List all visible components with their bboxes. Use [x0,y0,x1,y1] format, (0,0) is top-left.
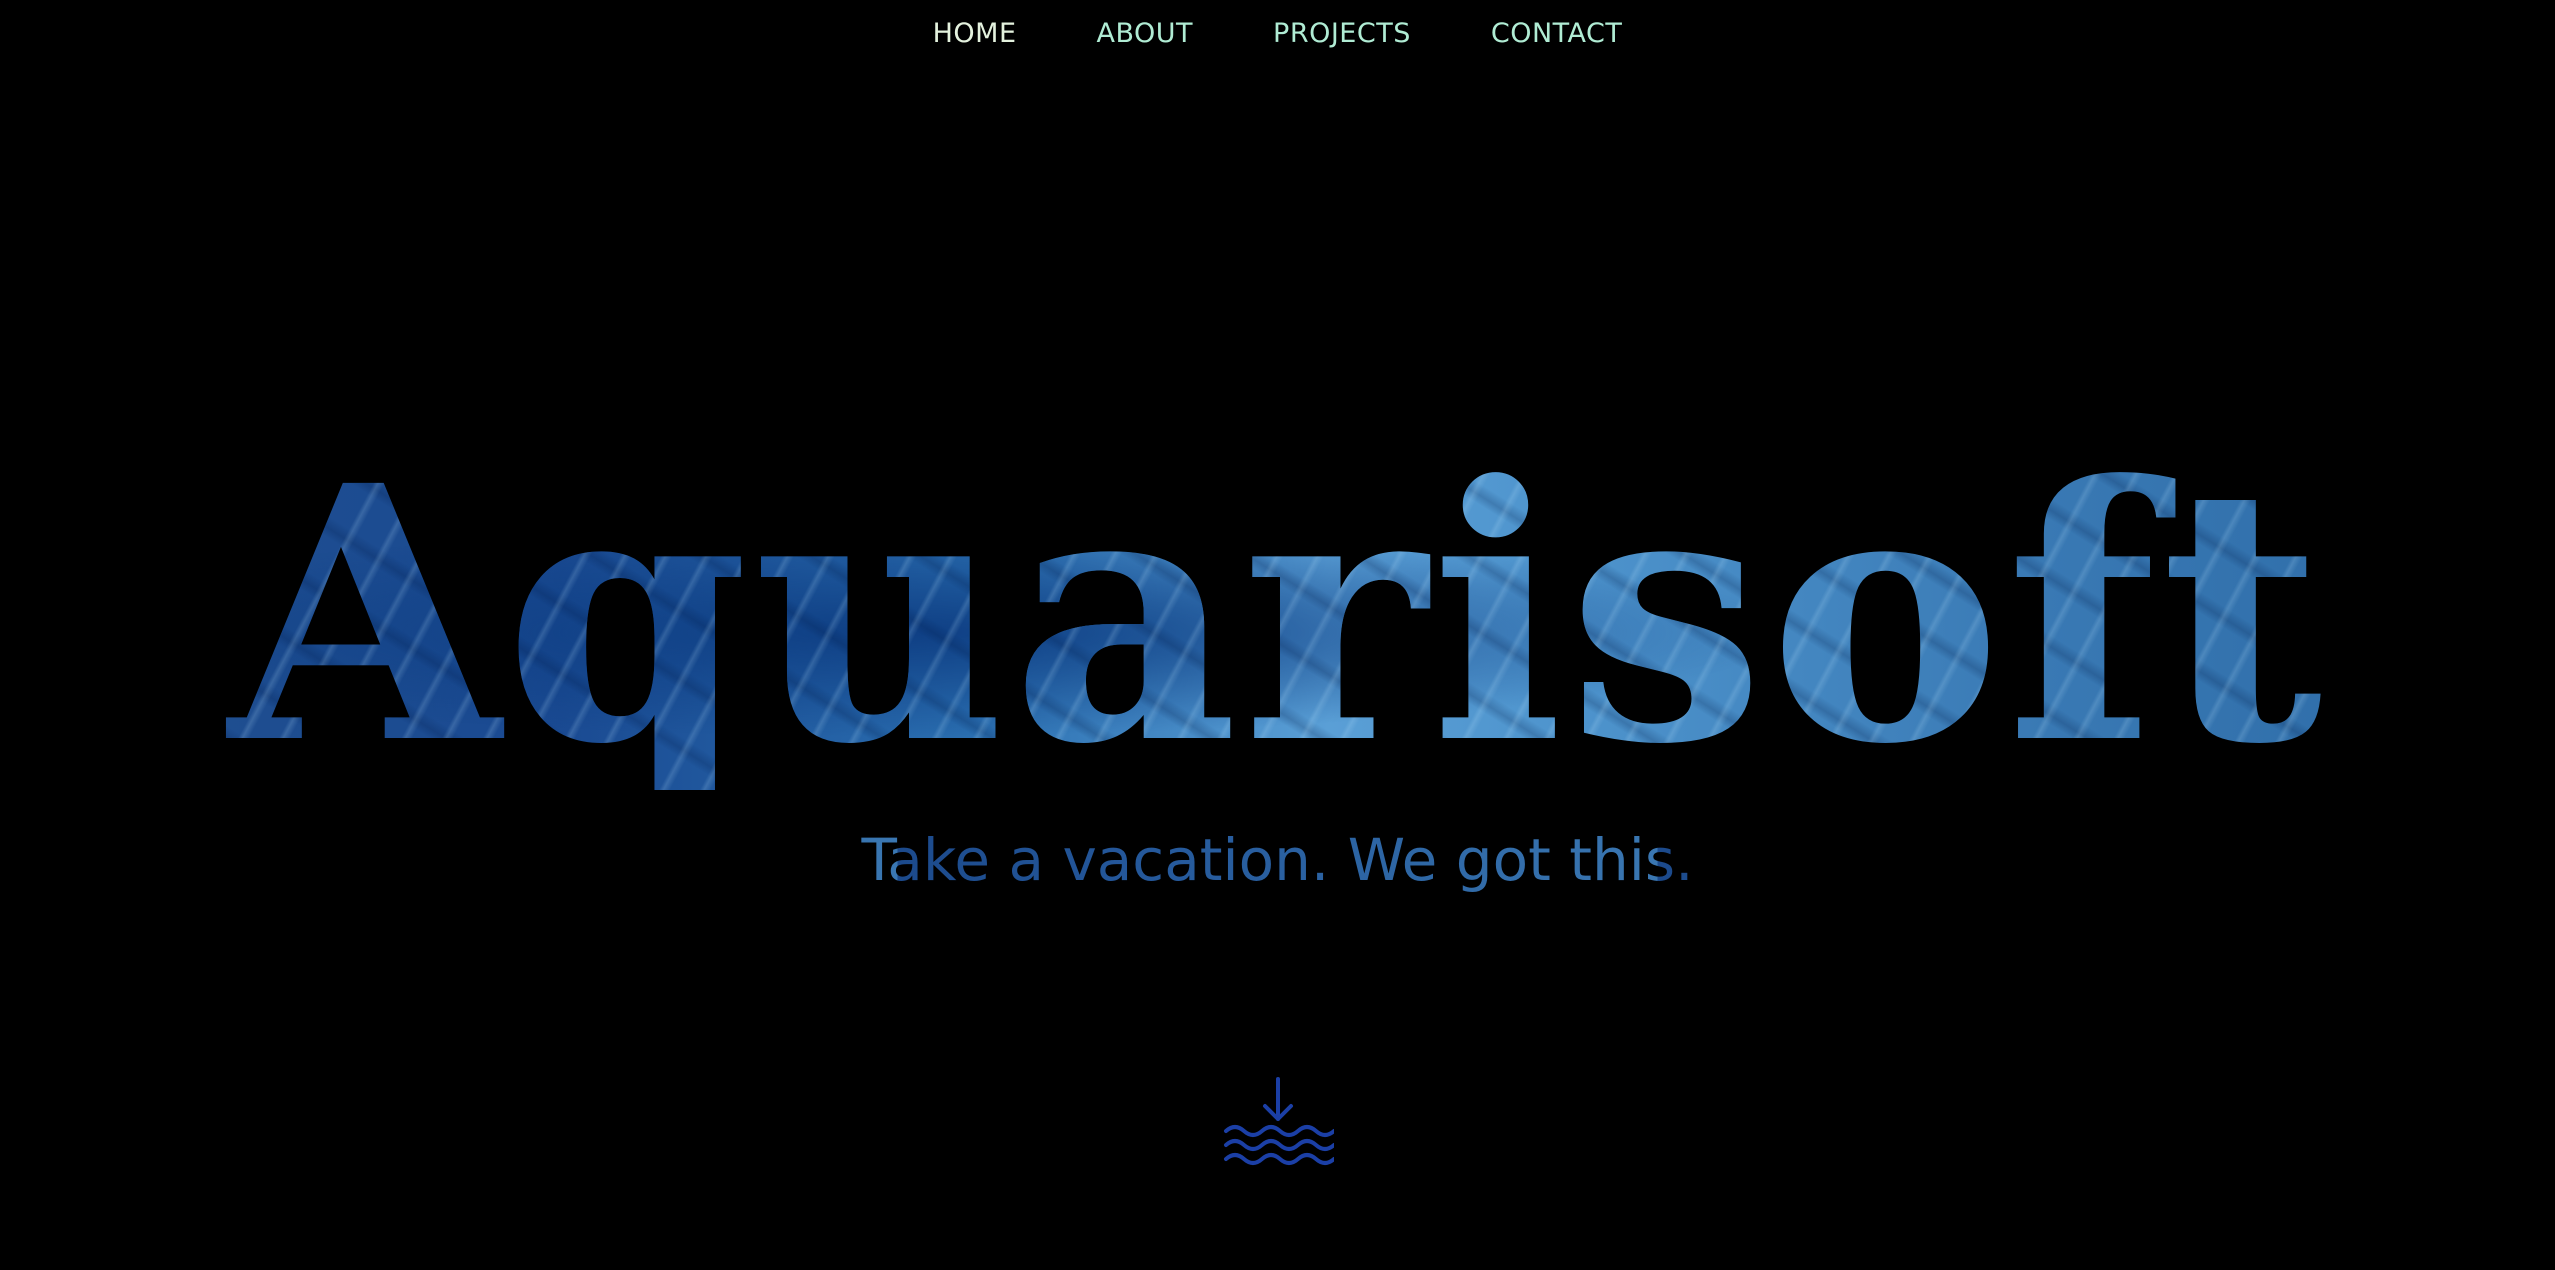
scroll-down-button[interactable] [1222,1075,1334,1171]
hero-title: Aquarisoft [0,440,2555,790]
arrow-down-waves-icon [1224,1077,1334,1165]
hero-tagline: Take a vacation. We got this. [0,826,2555,894]
hero-section: Aquarisoft Take a vacation. We got this. [0,0,2555,1270]
